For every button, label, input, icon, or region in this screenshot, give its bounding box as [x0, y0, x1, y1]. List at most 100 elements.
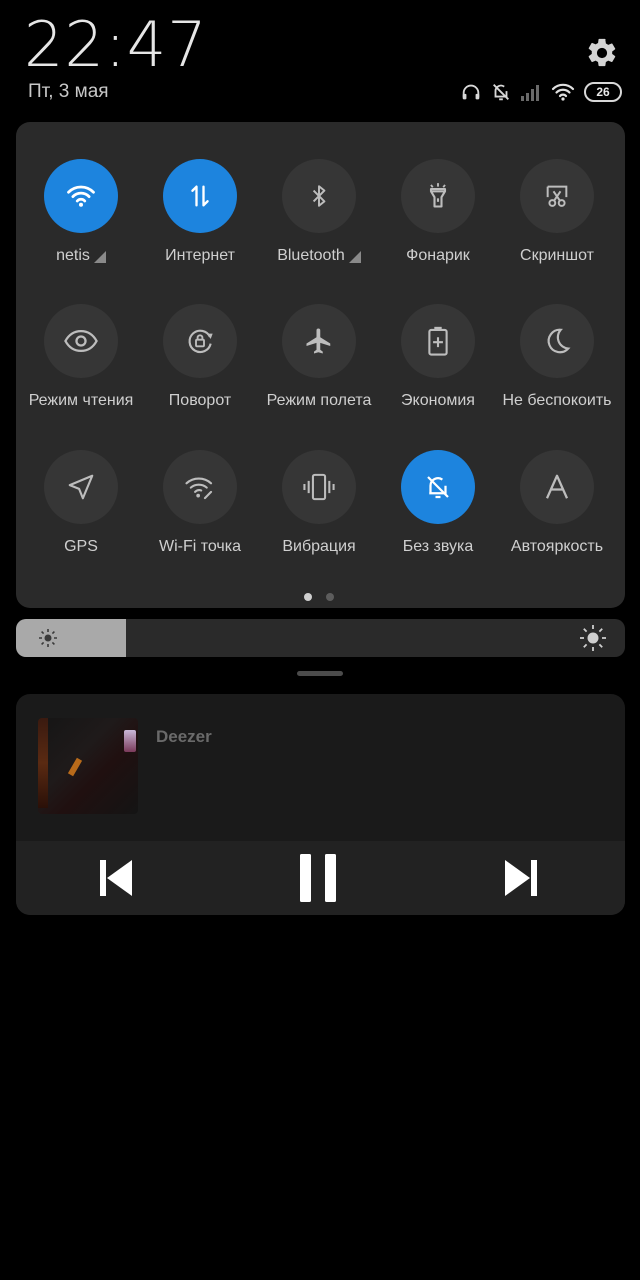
battery-icon: 26 — [584, 82, 622, 102]
brightness-fill[interactable] — [16, 619, 126, 657]
next-button[interactable] — [491, 841, 551, 915]
tile-label: Скриншот — [520, 247, 594, 265]
wifi-icon — [67, 185, 95, 207]
status-bar-icons: 26 — [460, 80, 622, 104]
tile-reading-mode-label: Режим чтения — [28, 392, 134, 409]
battery-level: 26 — [596, 85, 610, 99]
tile-airplane-mode-button[interactable] — [282, 304, 356, 378]
tile-label: netis — [56, 247, 106, 265]
tile-do-not-disturb-label: Не беспокоить — [502, 392, 612, 409]
tile-hotspot[interactable]: Wi-Fi точка — [140, 450, 260, 556]
page-dot-1[interactable] — [304, 593, 312, 601]
tile-label: Wi-Fi точка — [159, 538, 241, 556]
tile-reading-mode-button[interactable] — [44, 304, 118, 378]
pause-button[interactable] — [288, 841, 348, 915]
previous-button[interactable] — [86, 841, 146, 915]
mobile-data-icon — [191, 185, 209, 207]
hotspot-icon — [185, 477, 213, 500]
tile-gps[interactable]: GPS — [21, 450, 141, 556]
tile-wifi-button[interactable] — [44, 159, 118, 233]
airplane-icon — [306, 328, 331, 354]
tile-airplane-mode[interactable]: Режим полета — [259, 304, 379, 410]
tile-label: Фонарик — [406, 247, 470, 265]
eye-icon — [64, 329, 98, 353]
date[interactable]: Пт, 3 мая — [28, 81, 109, 103]
tile-gps-label: GPS — [64, 538, 98, 555]
quick-settings-panel: netis Интернет Bluetooth Фонарик Скриншо… — [16, 122, 625, 608]
tile-bluetooth-label: Bluetooth — [277, 247, 345, 264]
brightness-low-icon — [39, 629, 57, 647]
tile-flashlight-label: Фонарик — [406, 247, 470, 264]
tile-mobile-data-button[interactable] — [163, 159, 237, 233]
tile-label: Режим полета — [267, 392, 372, 410]
tile-rotation[interactable]: Поворот — [140, 304, 260, 410]
moon-icon — [547, 328, 571, 354]
tile-vibration-button[interactable] — [282, 450, 356, 524]
tile-airplane-mode-label: Режим полета — [266, 392, 372, 409]
tile-silent-label: Без звука — [402, 538, 474, 555]
signal-empty-icon — [521, 85, 539, 101]
brightness-slider[interactable] — [16, 619, 625, 657]
tile-label: Вибрация — [282, 538, 355, 556]
tile-label: Без звука — [403, 538, 474, 556]
tile-battery-saver-button[interactable] — [401, 304, 475, 378]
tile-wifi[interactable]: netis — [21, 159, 141, 265]
next-icon — [505, 860, 537, 896]
bluetooth-icon — [312, 185, 326, 207]
auto-brightness-icon — [545, 474, 569, 499]
page-dot-2[interactable] — [326, 593, 334, 601]
media-notification[interactable]: Deezer — [16, 694, 625, 915]
media-app-name: Deezer — [156, 727, 212, 746]
tile-hotspot-button[interactable] — [163, 450, 237, 524]
brightness-high-icon — [580, 625, 606, 651]
tile-gps-button[interactable] — [44, 450, 118, 524]
tile-screenshot[interactable]: Скриншот — [497, 159, 617, 265]
headphones-icon — [462, 84, 480, 100]
drag-handle[interactable] — [297, 671, 343, 676]
tile-label: Экономия — [401, 392, 475, 410]
tile-silent-button[interactable] — [401, 450, 475, 524]
tile-battery-saver[interactable]: Экономия — [378, 304, 498, 410]
tile-flashlight[interactable]: Фонарик — [378, 159, 498, 265]
clock[interactable]: 22:47 — [24, 14, 208, 76]
vibrate-icon — [303, 473, 335, 501]
tile-do-not-disturb[interactable]: Не беспокоить — [497, 304, 617, 410]
location-arrow-icon — [68, 474, 94, 500]
tile-reading-mode[interactable]: Режим чтения — [21, 304, 141, 410]
tile-flashlight-button[interactable] — [401, 159, 475, 233]
tile-silent[interactable]: Без звука — [378, 450, 498, 556]
tile-label: Автояркость — [511, 538, 603, 556]
bell-off-icon — [493, 84, 509, 101]
tile-label: GPS — [64, 538, 98, 556]
tile-label: Не беспокоить — [502, 392, 611, 410]
tile-auto-brightness[interactable]: Автояркость — [497, 450, 617, 556]
tile-wifi-label: netis — [56, 247, 90, 264]
battery-saver-icon — [428, 326, 448, 356]
album-art — [38, 718, 138, 814]
expand-triangle-icon — [93, 251, 106, 263]
tile-mobile-data[interactable]: Интернет — [140, 159, 260, 265]
tile-screenshot-button[interactable] — [520, 159, 594, 233]
flashlight-icon — [429, 183, 447, 208]
previous-icon — [100, 860, 132, 896]
pause-icon — [300, 854, 336, 902]
tile-vibration-label: Вибрация — [282, 538, 356, 555]
page-indicator — [304, 593, 334, 601]
tile-label: Режим чтения — [29, 392, 134, 410]
tile-bluetooth-button[interactable] — [282, 159, 356, 233]
tile-battery-saver-label: Экономия — [401, 392, 475, 409]
wifi-icon — [551, 83, 575, 101]
tile-hotspot-label: Wi-Fi точка — [158, 538, 242, 555]
tile-vibration[interactable]: Вибрация — [259, 450, 379, 556]
tile-rotation-label: Поворот — [168, 392, 232, 409]
media-controls — [16, 841, 625, 915]
tile-do-not-disturb-button[interactable] — [520, 304, 594, 378]
tile-label: Поворот — [169, 392, 231, 410]
tile-bluetooth[interactable]: Bluetooth — [259, 159, 379, 265]
settings-button[interactable] — [585, 36, 619, 70]
tile-auto-brightness-button[interactable] — [520, 450, 594, 524]
screenshot-icon — [546, 185, 568, 207]
tile-mobile-data-label: Интернет — [165, 247, 235, 264]
tile-auto-brightness-label: Автояркость — [510, 538, 604, 555]
tile-rotation-button[interactable] — [163, 304, 237, 378]
